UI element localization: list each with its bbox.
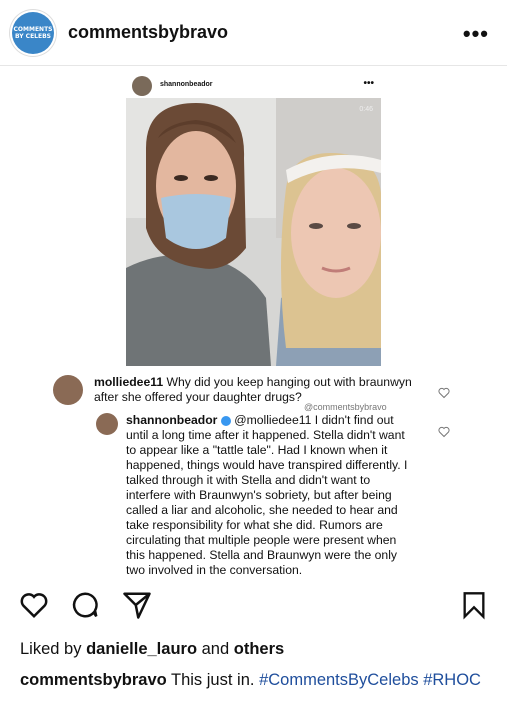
embedded-username: shannonbeador [160,81,213,88]
account-username[interactable]: commentsbybravo [68,22,228,43]
caption-text: This just in. [171,671,255,689]
reply-avatar [96,413,118,435]
avatar-logo-text: COMMENTS BY CELEBS [13,26,53,40]
like-comment-1-icon[interactable] [438,387,450,399]
comment-2: shannonbeador @molliedee11 I didn't find… [126,413,410,578]
hashtag-rhoc[interactable]: #RHOC [423,671,481,689]
post-image[interactable]: shannonbeador ••• 0:46 molliedee11 Why d… [40,70,470,578]
post-caption: commentsbybravo This just in. #CommentsB… [20,670,490,691]
video-still-illustration [126,98,381,366]
comment-1: molliedee11 Why did you keep hanging out… [94,375,434,405]
verified-badge-icon [220,415,231,426]
likes-prefix: Liked by [20,640,82,658]
bookmark-save-icon[interactable] [460,590,488,620]
account-avatar[interactable]: COMMENTS BY CELEBS [12,12,54,54]
caption-username[interactable]: commentsbybravo [20,671,167,689]
embedded-avatar [132,76,152,96]
like-heart-icon[interactable] [18,590,50,620]
post-header: COMMENTS BY CELEBS commentsbybravo ••• [0,0,507,66]
comment-1-username[interactable]: molliedee11 [94,375,163,389]
embedded-more-icon: ••• [363,78,374,89]
comment-2-mention[interactable]: @molliedee11 [234,413,311,427]
likes-summary: Liked by danielle_lauro and others [20,640,284,659]
comment-2-username[interactable]: shannonbeador [126,413,217,427]
action-bar [0,590,507,626]
commenter-avatar [53,375,83,405]
video-timer: 0:46 [359,106,373,113]
more-options-icon[interactable]: ••• [463,21,489,47]
embedded-post-header: shannonbeador ••• [132,76,382,100]
likes-user[interactable]: danielle_lauro [86,640,197,658]
share-send-icon[interactable] [122,590,152,620]
credit-watermark: @commentsbybravo [304,402,387,412]
hashtag-comments-by-celebs[interactable]: #CommentsByCelebs [259,671,419,689]
likes-and: and [201,640,230,658]
comment-bubble-icon[interactable] [70,590,100,620]
embedded-video-frame: 0:46 [126,98,381,366]
like-comment-2-icon[interactable] [438,426,450,438]
likes-others[interactable]: others [234,640,284,658]
comment-2-text: I didn't find out until a long time afte… [126,413,408,577]
